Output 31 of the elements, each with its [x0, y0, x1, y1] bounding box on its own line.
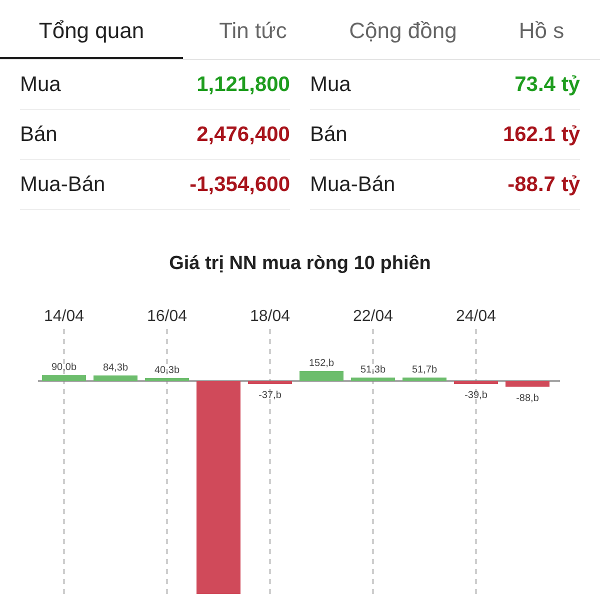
tab[interactable]: Tổng quan: [0, 0, 183, 59]
chart-title: Giá trị NN mua ròng 10 phiên: [168, 252, 432, 276]
row-label: Bán: [20, 122, 58, 148]
value-label: 51,7b: [412, 364, 438, 376]
row-value: -1,354,600: [190, 172, 290, 198]
value-label: 84,3b: [102, 362, 128, 373]
row-value: 162.1 tỷ: [502, 122, 580, 148]
value-label: 152,b: [308, 357, 334, 368]
row-label: Mua-Bán: [310, 172, 396, 198]
axis-label: 16/04: [146, 308, 188, 324]
value-label: -39,b: [464, 390, 488, 400]
row-value: 73.4 tỷ: [514, 72, 580, 98]
value-label: 40,3b: [154, 364, 180, 376]
value-label: 90,0b: [51, 362, 77, 373]
value-label: 51,3b: [360, 364, 386, 376]
tab[interactable]: Tin tức: [183, 0, 323, 59]
row-value: 2,476,400: [196, 122, 290, 148]
row-label: Bán: [310, 122, 348, 148]
value-label: -88,b: [516, 392, 539, 404]
axis-label: 18/04: [250, 308, 290, 324]
tab[interactable]: Cộng đồng: [323, 0, 483, 59]
axis-label: 14/04: [44, 308, 84, 324]
row-value: -88.7 tỷ: [508, 172, 580, 198]
value-label: -37,b: [258, 390, 282, 400]
axis-label: 24/04: [456, 308, 496, 324]
row-value: 1,121,800: [196, 72, 290, 98]
tab[interactable]: Hồ s: [483, 0, 600, 59]
axis-label: 22/04: [352, 308, 394, 324]
row-label: Mua: [20, 72, 61, 98]
row-label: Mua: [310, 72, 351, 98]
row-label: Mua-Bán: [20, 172, 106, 198]
